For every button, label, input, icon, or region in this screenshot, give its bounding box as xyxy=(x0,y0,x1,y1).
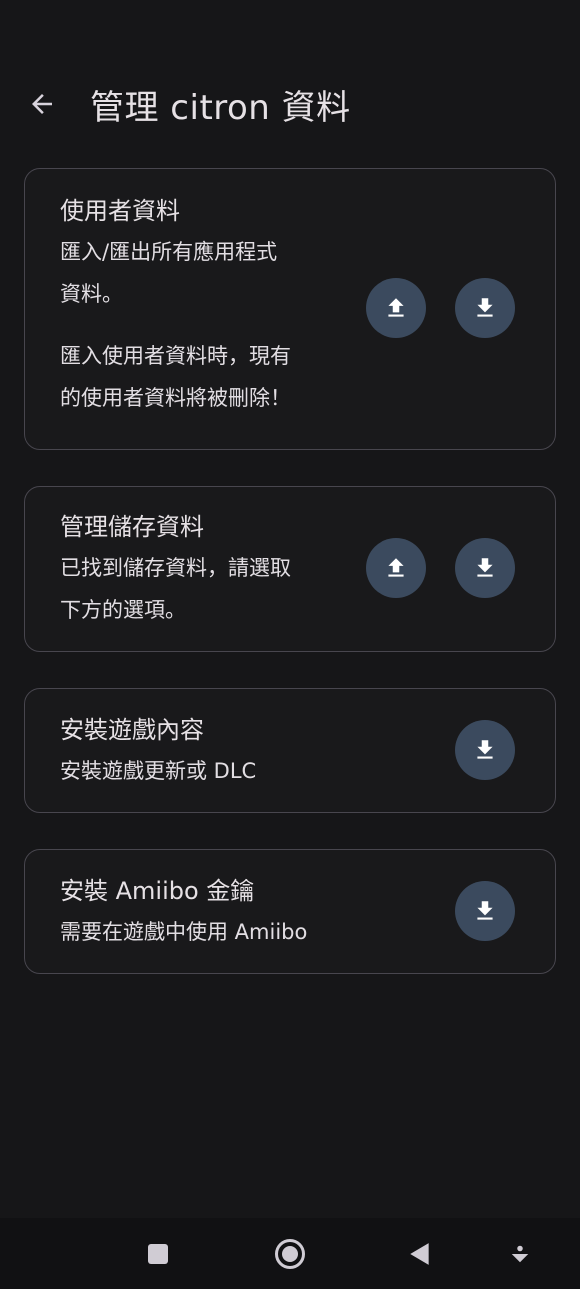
import-save-data-button[interactable] xyxy=(366,538,426,598)
card-install-amiibo-keys[interactable]: 安裝 Amiibo 金鑰 需要在遊戲中使用 Amiibo xyxy=(24,849,556,974)
card-install-game-content[interactable]: 安裝遊戲內容 安裝遊戲更新或 DLC xyxy=(24,688,556,813)
back-nav-button[interactable] xyxy=(398,1232,442,1276)
card-description-line: 已找到儲存資料，請選取 xyxy=(60,556,291,580)
card-text: 管理儲存資料 已找到儲存資料，請選取 下方的選項。 xyxy=(60,507,291,631)
download-icon xyxy=(477,901,493,920)
back-triangle-icon xyxy=(410,1243,429,1265)
app-screen: 管理 citron 資料 使用者資料 匯入/匯出所有應用程式 資料。 匯入使用者… xyxy=(0,0,580,1289)
export-save-data-button[interactable] xyxy=(455,538,515,598)
card-description-line: 需要在遊戲中使用 Amiibo xyxy=(60,920,308,944)
install-game-content-button[interactable] xyxy=(455,720,515,780)
export-user-data-button[interactable] xyxy=(455,278,515,338)
card-description-line: 安裝遊戲更新或 DLC xyxy=(60,759,257,783)
download-icon xyxy=(477,298,493,317)
card-title: 管理儲存資料 xyxy=(60,513,204,541)
arrow-back-icon xyxy=(32,94,52,114)
download-icon xyxy=(477,558,493,577)
hide-nav-icon xyxy=(511,1245,529,1263)
home-button[interactable] xyxy=(268,1232,312,1276)
card-text: 安裝 Amiibo 金鑰 需要在遊戲中使用 Amiibo xyxy=(60,871,307,953)
card-description-line: 匯入/匯出所有應用程式 xyxy=(60,240,278,264)
back-button[interactable] xyxy=(16,78,68,130)
download-icon xyxy=(477,740,493,759)
recents-square-icon xyxy=(148,1244,168,1264)
card-text: 使用者資料 匯入/匯出所有應用程式 資料。 匯入使用者資料時，現有 的使用者資料… xyxy=(60,191,291,419)
card-title: 安裝遊戲內容 xyxy=(60,716,204,744)
card-text: 安裝遊戲內容 安裝遊戲更新或 DLC xyxy=(60,710,256,792)
card-title: 使用者資料 xyxy=(60,197,180,225)
hide-nav-button[interactable] xyxy=(498,1232,542,1276)
top-app-bar: 管理 citron 資料 xyxy=(0,60,580,148)
card-warning-line: 匯入使用者資料時，現有 xyxy=(60,344,291,368)
card-manage-save-data: 管理儲存資料 已找到儲存資料，請選取 下方的選項。 xyxy=(24,486,556,652)
upload-icon xyxy=(388,558,404,577)
install-amiibo-keys-button[interactable] xyxy=(455,881,515,941)
card-user-data: 使用者資料 匯入/匯出所有應用程式 資料。 匯入使用者資料時，現有 的使用者資料… xyxy=(24,168,556,450)
home-circle-icon xyxy=(275,1239,305,1269)
card-description-line: 下方的選項。 xyxy=(60,598,186,622)
card-title: 安裝 Amiibo 金鑰 xyxy=(60,877,255,905)
card-description-line: 資料。 xyxy=(60,282,123,306)
import-user-data-button[interactable] xyxy=(366,278,426,338)
system-navigation-bar xyxy=(0,1218,580,1289)
recents-button[interactable] xyxy=(136,1232,180,1276)
page-title: 管理 citron 資料 xyxy=(90,88,351,128)
card-warning-line: 的使用者資料將被刪除！ xyxy=(60,386,291,410)
upload-icon xyxy=(388,298,404,317)
